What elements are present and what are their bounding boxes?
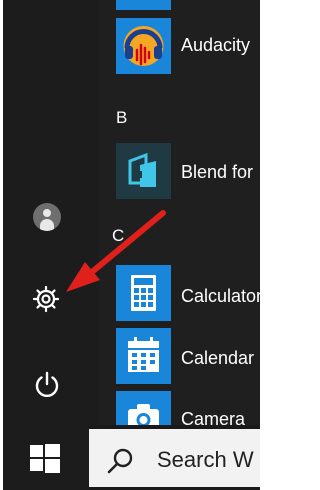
search-icon <box>107 448 133 474</box>
app-label-calculator[interactable]: Calculator <box>181 286 260 307</box>
calendar-tile[interactable] <box>116 328 171 384</box>
audacity-icon <box>123 26 164 66</box>
user-avatar[interactable] <box>33 203 61 231</box>
search-box[interactable]: Search W <box>89 429 260 487</box>
avatar-body-shape <box>40 219 54 231</box>
power-icon[interactable] <box>31 368 63 400</box>
app-label-blend[interactable]: Blend for <box>181 162 253 183</box>
app-label-audacity[interactable]: Audacity <box>181 35 250 56</box>
previous-app-tile[interactable] <box>116 0 171 10</box>
taskbar: Search W <box>3 425 260 490</box>
blend-icon <box>128 152 156 187</box>
app-label-calendar[interactable]: Calendar <box>181 348 254 369</box>
start-menu-rail <box>3 0 99 425</box>
calculator-icon <box>131 275 156 311</box>
section-letter-b[interactable]: B <box>116 108 127 128</box>
calculator-tile[interactable] <box>116 265 171 321</box>
audacity-tile[interactable] <box>116 18 171 74</box>
calendar-icon <box>128 337 159 372</box>
search-placeholder: Search W <box>157 447 254 472</box>
avatar-head-shape <box>43 209 51 217</box>
app-list: Audacity B Blend for C Calculator Calend… <box>99 0 260 447</box>
windows-logo-icon <box>30 444 60 473</box>
blend-tile[interactable] <box>116 143 171 199</box>
start-menu: Audacity B Blend for C Calculator Calend… <box>3 0 260 490</box>
section-letter-c[interactable]: C <box>112 226 124 246</box>
gear-icon[interactable] <box>30 283 62 315</box>
start-button[interactable] <box>3 425 89 490</box>
